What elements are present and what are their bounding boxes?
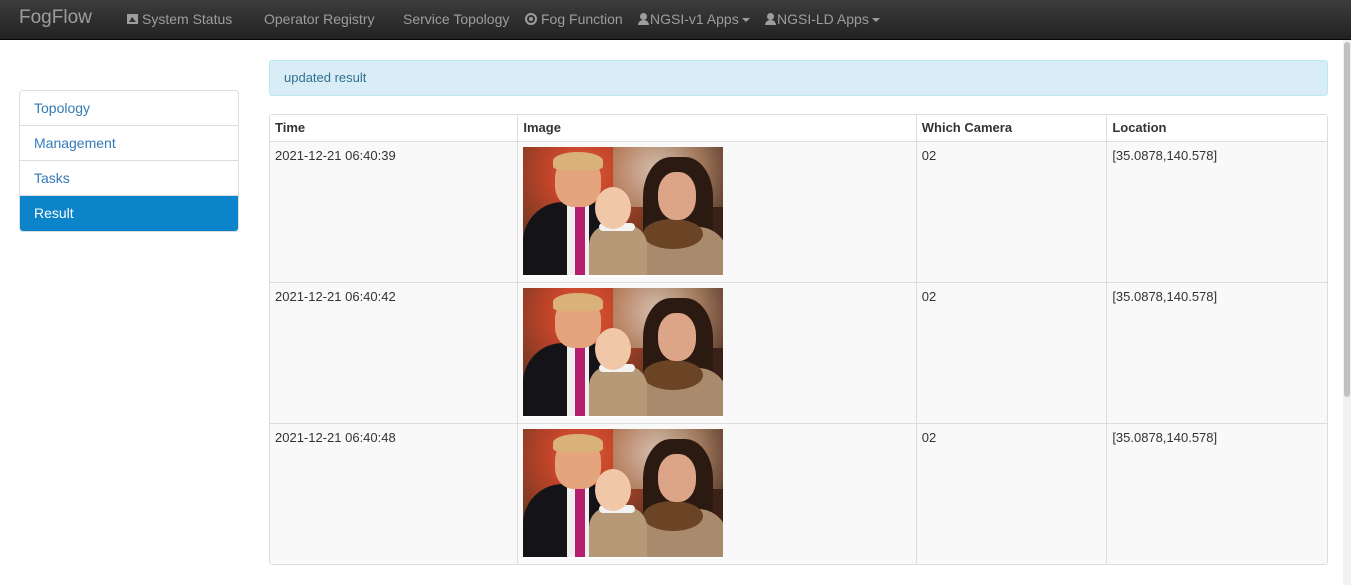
table-row: 2021-12-21 06:40:42 02 [35.0878,140.578]: [270, 283, 1327, 424]
nav-system-status[interactable]: System Status: [127, 11, 232, 27]
table-row: 2021-12-21 06:40:39 02 [35.0878,140.578]: [270, 142, 1327, 283]
caret-down-icon: [871, 18, 880, 22]
result-image: [523, 147, 724, 277]
header-time: Time: [270, 115, 519, 142]
sidebar-item-tasks[interactable]: Tasks: [20, 161, 238, 196]
cell-location: [35.0878,140.578]: [1107, 283, 1327, 424]
nav-label: System Status: [142, 11, 233, 27]
picture-icon: [127, 14, 138, 24]
table-row: 2021-12-21 06:40:48 02 [35.0878,140.578]: [270, 424, 1327, 564]
user-icon: [638, 13, 649, 25]
nav-label: Service Topology: [403, 11, 510, 27]
sidebar-item-management[interactable]: Management: [20, 126, 238, 161]
nav-label: NGSI-v1 Apps: [650, 11, 739, 27]
result-table: Time Image Which Camera Location 2021-12…: [269, 114, 1328, 565]
cell-location: [35.0878,140.578]: [1107, 142, 1327, 283]
table-header-row: Time Image Which Camera Location: [270, 115, 1327, 142]
cell-camera: 02: [916, 424, 1108, 564]
cell-camera: 02: [916, 142, 1108, 283]
cell-image: [518, 424, 917, 564]
brand-logo[interactable]: FogFlow: [19, 7, 92, 29]
list-icon: [248, 14, 260, 25]
cell-image: [518, 283, 917, 424]
cell-location: [35.0878,140.578]: [1107, 424, 1327, 564]
nav-fog-function[interactable]: Fog Function: [525, 11, 623, 27]
cell-camera: 02: [916, 283, 1108, 424]
result-image: [523, 429, 724, 559]
nav-ngsi-ld-apps-dropdown[interactable]: NGSI-LD Apps: [765, 11, 880, 27]
sidebar-item-result[interactable]: Result: [20, 196, 238, 231]
top-navbar: FogFlow System Status Operator Registry …: [0, 0, 1351, 40]
cell-time: 2021-12-21 06:40:39: [270, 142, 519, 283]
nav-label: Operator Registry: [264, 11, 375, 27]
nav-label: Fog Function: [541, 11, 623, 27]
header-image: Image: [518, 115, 917, 142]
grid-icon: [388, 14, 399, 25]
cell-image: [518, 142, 917, 283]
scrollbar-thumb[interactable]: [1344, 42, 1350, 397]
nav-operator-registry[interactable]: Operator Registry: [248, 11, 374, 27]
result-image: [523, 288, 724, 418]
sidebar-menu: Topology Management Tasks Result: [19, 90, 239, 232]
header-camera: Which Camera: [916, 115, 1108, 142]
header-location: Location: [1107, 115, 1327, 142]
target-icon: [525, 13, 537, 25]
sidebar-item-topology[interactable]: Topology: [20, 91, 238, 126]
caret-down-icon: [741, 18, 750, 22]
status-alert: updated result: [269, 60, 1328, 96]
cell-time: 2021-12-21 06:40:42: [270, 283, 519, 424]
nav-ngsi-v1-apps-dropdown[interactable]: NGSI-v1 Apps: [638, 11, 750, 27]
user-icon: [765, 13, 776, 25]
nav-label: NGSI-LD Apps: [777, 11, 869, 27]
nav-service-topology[interactable]: Service Topology: [388, 11, 509, 27]
cell-time: 2021-12-21 06:40:48: [270, 424, 519, 564]
